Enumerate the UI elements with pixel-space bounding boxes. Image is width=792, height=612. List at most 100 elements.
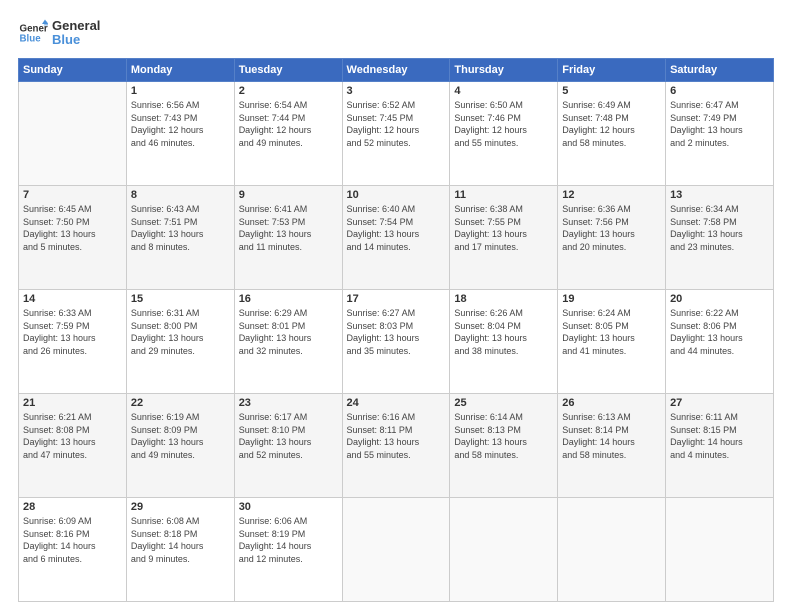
day-info: Sunrise: 6:13 AM Sunset: 8:14 PM Dayligh… [562,411,661,461]
calendar-cell: 17 Sunrise: 6:27 AM Sunset: 8:03 PM Dayli… [342,290,450,394]
weekday-header: Saturday [666,59,774,82]
day-info: Sunrise: 6:16 AM Sunset: 8:11 PM Dayligh… [347,411,446,461]
day-number: 23 [239,397,338,409]
weekday-header: Sunday [19,59,127,82]
calendar-cell: 9 Sunrise: 6:41 AM Sunset: 7:53 PM Daylig… [234,186,342,290]
day-info: Sunrise: 6:11 AM Sunset: 8:15 PM Dayligh… [670,411,769,461]
day-number: 1 [131,85,230,97]
day-number: 19 [562,293,661,305]
day-number: 27 [670,397,769,409]
calendar-cell: 8 Sunrise: 6:43 AM Sunset: 7:51 PM Daylig… [126,186,234,290]
day-info: Sunrise: 6:41 AM Sunset: 7:53 PM Dayligh… [239,203,338,253]
calendar-week-row: 1 Sunrise: 6:56 AM Sunset: 7:43 PM Daylig… [19,82,774,186]
day-number: 4 [454,85,553,97]
day-info: Sunrise: 6:33 AM Sunset: 7:59 PM Dayligh… [23,307,122,357]
day-number: 15 [131,293,230,305]
day-number: 14 [23,293,122,305]
day-info: Sunrise: 6:34 AM Sunset: 7:58 PM Dayligh… [670,203,769,253]
calendar-cell: 4 Sunrise: 6:50 AM Sunset: 7:46 PM Daylig… [450,82,558,186]
calendar-cell: 3Sunrise: 6:52 AM Sunset: 7:45 PM Daylig… [342,82,450,186]
calendar-cell: 11 Sunrise: 6:38 AM Sunset: 7:55 PM Dayli… [450,186,558,290]
calendar-cell: 28Sunrise: 6:09 AM Sunset: 8:16 PM Dayli… [19,498,127,602]
calendar-cell: 22 Sunrise: 6:19 AM Sunset: 8:09 PM Dayli… [126,394,234,498]
calendar-cell: 18Sunrise: 6:26 AM Sunset: 8:04 PM Dayli… [450,290,558,394]
day-info: Sunrise: 6:49 AM Sunset: 7:48 PM Dayligh… [562,99,661,149]
calendar-cell: 13 Sunrise: 6:34 AM Sunset: 7:58 PM Dayli… [666,186,774,290]
page: General Blue General Blue SundayMondayTu… [0,0,792,612]
day-number: 10 [347,189,446,201]
calendar-cell: 12Sunrise: 6:36 AM Sunset: 7:56 PM Dayli… [558,186,666,290]
calendar-cell: 30Sunrise: 6:06 AM Sunset: 8:19 PM Dayli… [234,498,342,602]
day-info: Sunrise: 6:24 AM Sunset: 8:05 PM Dayligh… [562,307,661,357]
calendar-week-row: 7 Sunrise: 6:45 AM Sunset: 7:50 PM Daylig… [19,186,774,290]
calendar-cell [450,498,558,602]
day-info: Sunrise: 6:56 AM Sunset: 7:43 PM Dayligh… [131,99,230,149]
calendar-header-row: SundayMondayTuesdayWednesdayThursdayFrid… [19,59,774,82]
day-number: 9 [239,189,338,201]
day-number: 24 [347,397,446,409]
calendar-week-row: 21Sunrise: 6:21 AM Sunset: 8:08 PM Dayli… [19,394,774,498]
day-info: Sunrise: 6:27 AM Sunset: 8:03 PM Dayligh… [347,307,446,357]
day-number: 13 [670,189,769,201]
logo: General Blue General Blue [18,18,100,48]
calendar-cell: 24 Sunrise: 6:16 AM Sunset: 8:11 PM Dayli… [342,394,450,498]
calendar-cell: 14 Sunrise: 6:33 AM Sunset: 7:59 PM Dayli… [19,290,127,394]
day-info: Sunrise: 6:45 AM Sunset: 7:50 PM Dayligh… [23,203,122,253]
calendar-cell: 7 Sunrise: 6:45 AM Sunset: 7:50 PM Daylig… [19,186,127,290]
day-info: Sunrise: 6:43 AM Sunset: 7:51 PM Dayligh… [131,203,230,253]
calendar-cell: 5 Sunrise: 6:49 AM Sunset: 7:48 PM Daylig… [558,82,666,186]
day-number: 8 [131,189,230,201]
calendar-cell: 2 Sunrise: 6:54 AM Sunset: 7:44 PM Daylig… [234,82,342,186]
calendar-cell: 6 Sunrise: 6:47 AM Sunset: 7:49 PM Daylig… [666,82,774,186]
day-info: Sunrise: 6:40 AM Sunset: 7:54 PM Dayligh… [347,203,446,253]
day-info: Sunrise: 6:54 AM Sunset: 7:44 PM Dayligh… [239,99,338,149]
day-number: 12 [562,189,661,201]
calendar-week-row: 28Sunrise: 6:09 AM Sunset: 8:16 PM Dayli… [19,498,774,602]
day-info: Sunrise: 6:31 AM Sunset: 8:00 PM Dayligh… [131,307,230,357]
day-info: Sunrise: 6:50 AM Sunset: 7:46 PM Dayligh… [454,99,553,149]
calendar-cell: 1 Sunrise: 6:56 AM Sunset: 7:43 PM Daylig… [126,82,234,186]
day-number: 22 [131,397,230,409]
calendar-cell: 21Sunrise: 6:21 AM Sunset: 8:08 PM Dayli… [19,394,127,498]
svg-text:Blue: Blue [20,33,42,44]
calendar-cell [558,498,666,602]
calendar-cell: 20Sunrise: 6:22 AM Sunset: 8:06 PM Dayli… [666,290,774,394]
day-number: 21 [23,397,122,409]
calendar-cell: 29Sunrise: 6:08 AM Sunset: 8:18 PM Dayli… [126,498,234,602]
day-info: Sunrise: 6:47 AM Sunset: 7:49 PM Dayligh… [670,99,769,149]
day-info: Sunrise: 6:22 AM Sunset: 8:06 PM Dayligh… [670,307,769,357]
day-info: Sunrise: 6:19 AM Sunset: 8:09 PM Dayligh… [131,411,230,461]
day-number: 2 [239,85,338,97]
weekday-header: Thursday [450,59,558,82]
day-number: 11 [454,189,553,201]
day-info: Sunrise: 6:29 AM Sunset: 8:01 PM Dayligh… [239,307,338,357]
weekday-header: Friday [558,59,666,82]
calendar-table: SundayMondayTuesdayWednesdayThursdayFrid… [18,58,774,602]
day-number: 7 [23,189,122,201]
calendar-cell: 23 Sunrise: 6:17 AM Sunset: 8:10 PM Dayli… [234,394,342,498]
day-number: 16 [239,293,338,305]
weekday-header: Tuesday [234,59,342,82]
day-number: 6 [670,85,769,97]
calendar-week-row: 14 Sunrise: 6:33 AM Sunset: 7:59 PM Dayli… [19,290,774,394]
day-number: 29 [131,501,230,513]
day-number: 25 [454,397,553,409]
logo-icon: General Blue [18,18,48,48]
header: General Blue General Blue [18,18,774,48]
day-info: Sunrise: 6:52 AM Sunset: 7:45 PM Dayligh… [347,99,446,149]
calendar-cell [342,498,450,602]
calendar-cell: 15 Sunrise: 6:31 AM Sunset: 8:00 PM Dayli… [126,290,234,394]
calendar-cell: 19 Sunrise: 6:24 AM Sunset: 8:05 PM Dayli… [558,290,666,394]
weekday-header: Wednesday [342,59,450,82]
day-info: Sunrise: 6:17 AM Sunset: 8:10 PM Dayligh… [239,411,338,461]
day-number: 26 [562,397,661,409]
day-info: Sunrise: 6:26 AM Sunset: 8:04 PM Dayligh… [454,307,553,357]
day-number: 17 [347,293,446,305]
day-info: Sunrise: 6:09 AM Sunset: 8:16 PM Dayligh… [23,515,122,565]
day-number: 30 [239,501,338,513]
day-info: Sunrise: 6:38 AM Sunset: 7:55 PM Dayligh… [454,203,553,253]
calendar-cell: 25Sunrise: 6:14 AM Sunset: 8:13 PM Dayli… [450,394,558,498]
calendar-cell [19,82,127,186]
calendar-cell: 27 Sunrise: 6:11 AM Sunset: 8:15 PM Dayli… [666,394,774,498]
day-number: 5 [562,85,661,97]
